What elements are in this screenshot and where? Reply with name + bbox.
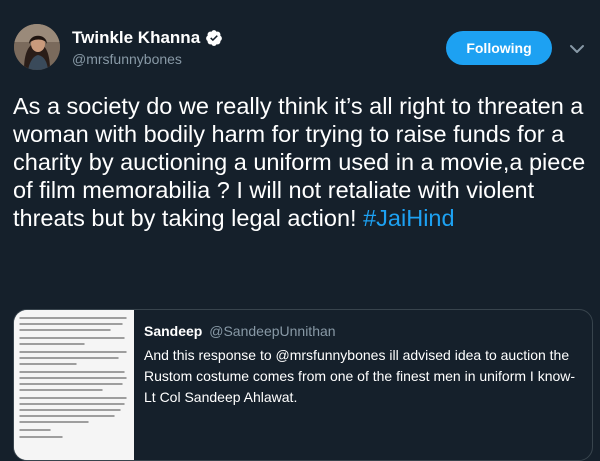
author-name[interactable]: Twinkle Khanna	[72, 28, 200, 48]
tweet-text: As a society do we really think it’s all…	[13, 92, 588, 232]
hashtag-link[interactable]: #JaiHind	[363, 205, 454, 231]
quoted-tweet[interactable]: Sandeep @SandeepUnnithan And this respon…	[13, 309, 593, 461]
quoted-author-row: Sandeep @SandeepUnnithan	[144, 323, 336, 339]
avatar[interactable]	[14, 24, 60, 70]
quoted-tweet-text: And this response to @mrsfunnybones ill …	[144, 347, 576, 405]
author-handle[interactable]: @mrsfunnybones	[72, 51, 182, 67]
following-button[interactable]: Following	[446, 31, 552, 65]
tweet-body: As a society do we really think it’s all…	[13, 93, 586, 231]
quoted-author-name[interactable]: Sandeep	[144, 323, 202, 339]
quoted-author-handle[interactable]: @SandeepUnnithan	[209, 323, 335, 339]
quoted-tweet-image[interactable]	[14, 310, 134, 460]
author-row: Twinkle Khanna	[72, 28, 223, 48]
chevron-down-icon[interactable]	[568, 40, 586, 58]
verified-badge-icon	[205, 29, 223, 47]
